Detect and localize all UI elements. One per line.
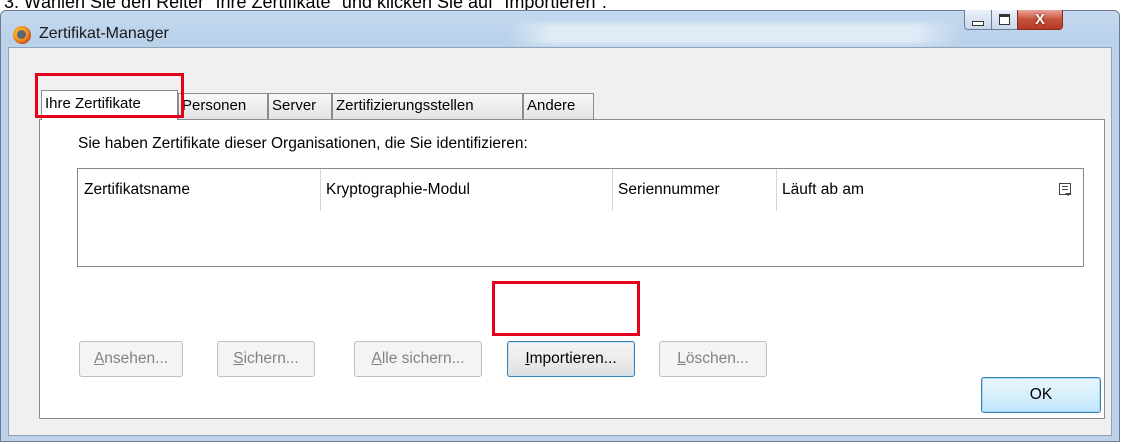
tab-ihre-zertifikate[interactable]: Ihre Zertifikate	[41, 90, 178, 120]
column-header-zertifikatsname[interactable]: Zertifikatsname	[78, 169, 320, 211]
delete-button[interactable]: Löschen...	[659, 341, 767, 377]
column-header-kryptographie-modul[interactable]: Kryptographie-Modul	[320, 169, 612, 211]
tab-personen[interactable]: Personen	[178, 93, 268, 119]
minimize-button[interactable]	[964, 10, 992, 30]
certificate-tree[interactable]: Zertifikatsname Kryptographie-Modul Seri…	[77, 168, 1084, 267]
dialog-content: Ihre Zertifikate Personen Server Zertifi…	[8, 47, 1112, 436]
window-title: Zertifikat-Manager	[39, 25, 169, 42]
certificate-list-body	[78, 211, 1083, 266]
backup-all-button[interactable]: Alle sichern...	[354, 341, 482, 377]
tab-zertifizierungsstellen[interactable]: Zertifizierungsstellen	[332, 93, 523, 119]
column-header-laeuft-ab-am[interactable]: Läuft ab am	[776, 169, 1044, 211]
tab-andere[interactable]: Andere	[523, 93, 594, 119]
view-button[interactable]: Ansehen...	[79, 341, 183, 377]
certificate-manager-window: Zertifikat-Manager X Ihre Zertifikate Pe…	[0, 10, 1120, 442]
import-button[interactable]: Importieren...	[507, 341, 635, 377]
backup-button[interactable]: Sichern...	[217, 341, 315, 377]
tab-server[interactable]: Server	[268, 93, 332, 119]
column-picker-icon[interactable]	[1059, 183, 1071, 196]
minimize-icon	[972, 20, 984, 26]
ok-button[interactable]: OK	[981, 377, 1101, 413]
firefox-icon	[13, 26, 31, 44]
column-header-seriennummer[interactable]: Seriennummer	[612, 169, 776, 211]
maximize-icon	[999, 14, 1010, 25]
column-header-row: Zertifikatsname Kryptographie-Modul Seri…	[78, 169, 1083, 211]
tab-panel-ihre-zertifikate: Sie haben Zertifikate dieser Organisatio…	[39, 119, 1105, 419]
close-icon: X	[1034, 11, 1045, 28]
panel-description: Sie haben Zertifikate dieser Organisatio…	[78, 135, 528, 152]
maximize-button[interactable]	[991, 10, 1018, 30]
blurred-background-text	[506, 23, 961, 45]
close-button[interactable]: X	[1017, 10, 1063, 30]
